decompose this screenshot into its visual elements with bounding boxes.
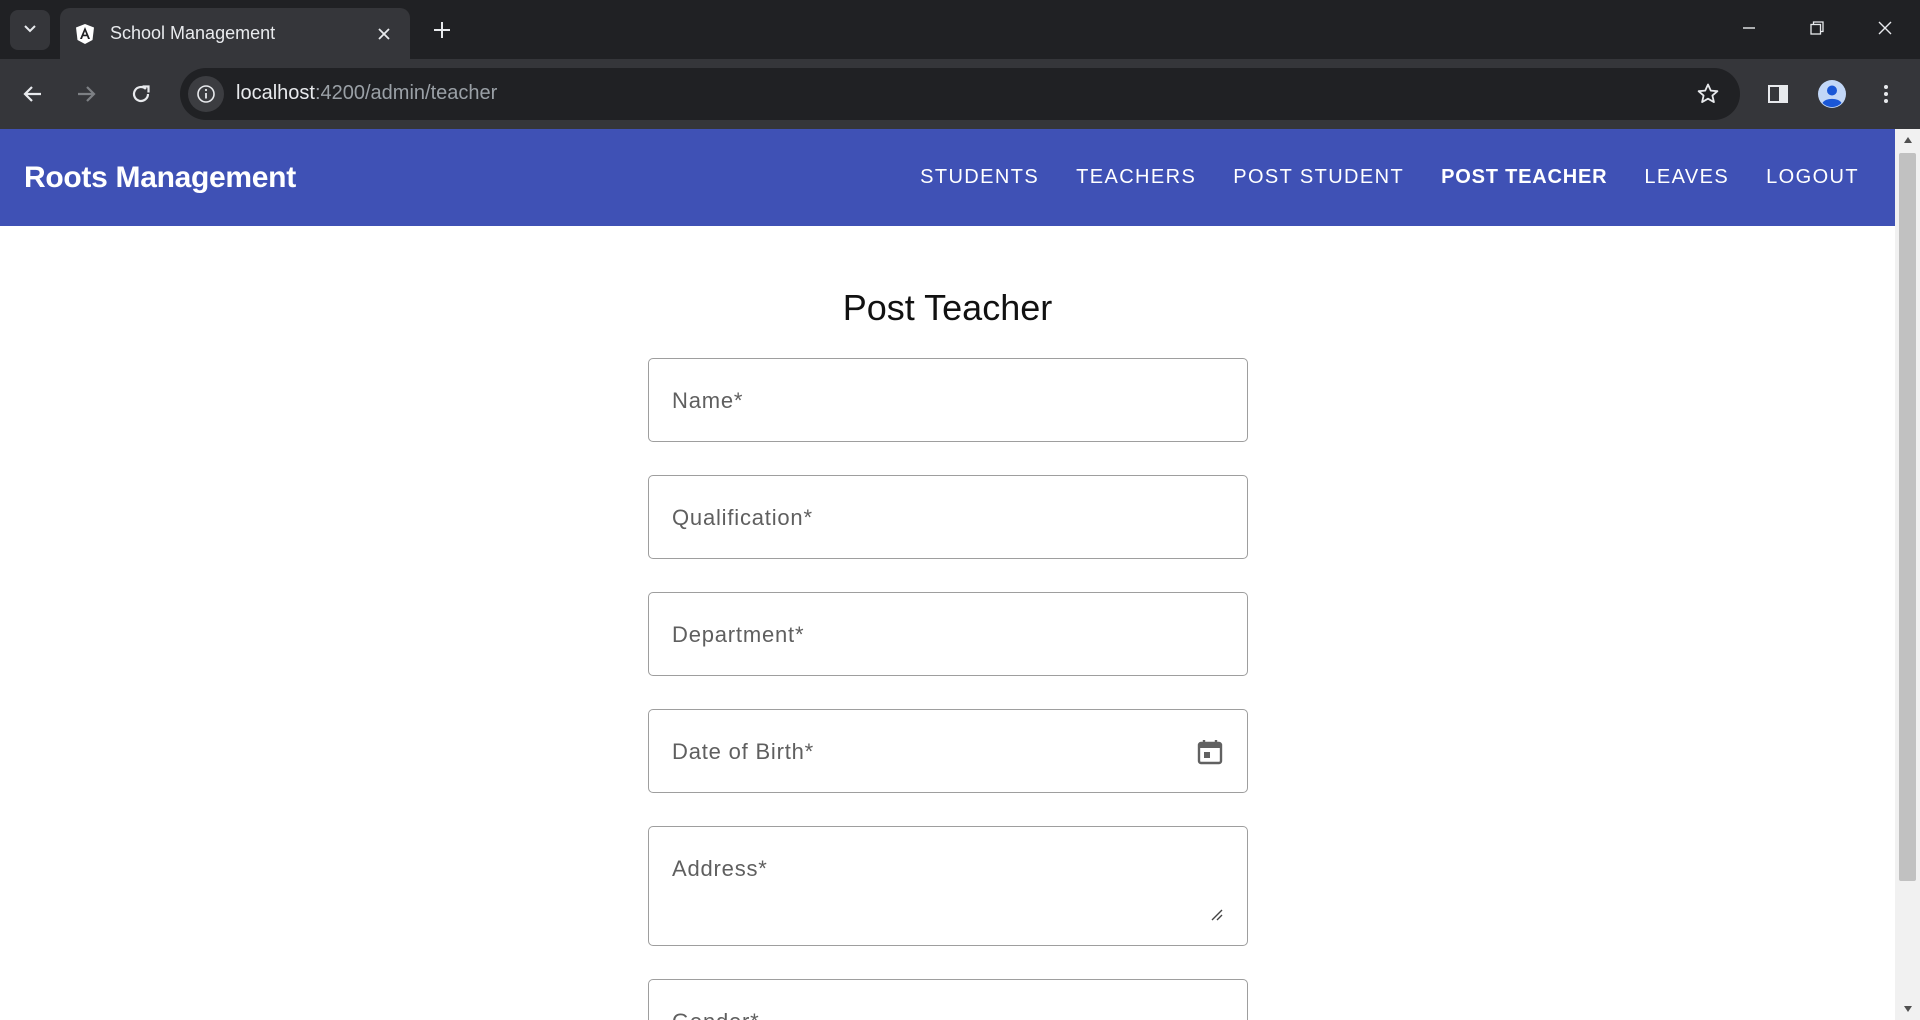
tab-title: School Management bbox=[110, 23, 276, 43]
address-field-label: Address* bbox=[672, 856, 768, 881]
gender-field-label: Gender* bbox=[672, 1009, 760, 1020]
profile-icon bbox=[1818, 80, 1846, 108]
profile-button[interactable] bbox=[1812, 74, 1852, 114]
new-tab-button[interactable] bbox=[422, 10, 462, 50]
address-bar[interactable]: localhost:4200/admin/teacher bbox=[180, 68, 1740, 120]
browser-tab-strip: School Management bbox=[0, 0, 1920, 59]
arrow-right-icon bbox=[78, 86, 96, 102]
page-scrollbar[interactable] bbox=[1895, 129, 1920, 1020]
calendar-icon[interactable] bbox=[1193, 735, 1227, 769]
department-field[interactable]: Department* bbox=[648, 592, 1248, 676]
url-host: localhost bbox=[236, 82, 315, 104]
address-field[interactable]: Address* bbox=[648, 826, 1248, 946]
close-window-button[interactable] bbox=[1862, 8, 1908, 48]
url-path: :4200/admin/teacher bbox=[314, 82, 498, 104]
arrow-left-icon bbox=[23, 86, 41, 102]
chevron-down-icon bbox=[22, 20, 38, 41]
reload-button[interactable] bbox=[121, 74, 161, 114]
kebab-menu-icon bbox=[1884, 85, 1888, 103]
nav-post-teacher[interactable]: POST TEACHER bbox=[1441, 166, 1607, 189]
nav-logout[interactable]: LOGOUT bbox=[1766, 166, 1859, 189]
restore-button[interactable] bbox=[1794, 8, 1840, 48]
page-viewport: Roots Management STUDENTS TEACHERS POST … bbox=[0, 129, 1895, 1020]
site-info-button[interactable] bbox=[188, 76, 224, 112]
scroll-thumb[interactable] bbox=[1899, 153, 1916, 881]
scroll-down-button[interactable] bbox=[1895, 998, 1920, 1020]
back-button[interactable] bbox=[13, 74, 53, 114]
department-field-label: Department* bbox=[672, 622, 805, 647]
name-field-label: Name* bbox=[672, 388, 744, 413]
browser-toolbar: localhost:4200/admin/teacher bbox=[0, 59, 1920, 129]
plus-icon bbox=[434, 22, 450, 38]
main-nav: STUDENTS TEACHERS POST STUDENT POST TEAC… bbox=[883, 129, 1859, 226]
nav-students[interactable]: STUDENTS bbox=[920, 166, 1039, 189]
browser-menu-button[interactable] bbox=[1866, 74, 1906, 114]
brand-title: Roots Management bbox=[24, 161, 296, 194]
tab-search-button[interactable] bbox=[10, 10, 50, 50]
bookmark-button[interactable] bbox=[1690, 76, 1726, 112]
triangle-down-icon bbox=[1903, 1006, 1912, 1012]
nav-leaves[interactable]: LEAVES bbox=[1644, 166, 1729, 189]
side-panel-icon bbox=[1768, 85, 1788, 103]
qualification-field-label: Qualification* bbox=[672, 505, 813, 530]
qualification-field[interactable]: Qualification* bbox=[648, 475, 1248, 559]
angular-logo-icon bbox=[74, 23, 96, 45]
side-panel-button[interactable] bbox=[1758, 74, 1798, 114]
minimize-icon bbox=[1743, 27, 1755, 29]
gender-field[interactable]: Gender* bbox=[648, 979, 1248, 1020]
forward-button[interactable] bbox=[66, 74, 106, 114]
date-of-birth-field-label: Date of Birth* bbox=[672, 739, 815, 764]
reload-icon bbox=[132, 85, 150, 103]
tab-close-button[interactable] bbox=[372, 22, 396, 46]
resize-grip-icon[interactable] bbox=[1209, 907, 1223, 921]
name-field[interactable]: Name* bbox=[648, 358, 1248, 442]
browser-tab[interactable]: School Management bbox=[60, 8, 410, 59]
close-icon bbox=[1878, 21, 1892, 35]
date-of-birth-field[interactable]: Date of Birth* bbox=[648, 709, 1248, 793]
star-icon bbox=[1697, 83, 1719, 103]
nav-post-student[interactable]: POST STUDENT bbox=[1233, 166, 1404, 189]
close-icon bbox=[378, 28, 390, 40]
info-icon bbox=[197, 85, 215, 103]
nav-teachers[interactable]: TEACHERS bbox=[1076, 166, 1196, 189]
minimize-button[interactable] bbox=[1726, 8, 1772, 48]
dropdown-icon[interactable] bbox=[1193, 1005, 1227, 1020]
app-toolbar: Roots Management STUDENTS TEACHERS POST … bbox=[0, 129, 1895, 226]
triangle-up-icon bbox=[1903, 137, 1912, 143]
restore-icon bbox=[1810, 21, 1824, 35]
url-text[interactable]: localhost:4200/admin/teacher bbox=[236, 82, 497, 105]
page-title: Post Teacher bbox=[842, 287, 1053, 328]
scroll-up-button[interactable] bbox=[1895, 129, 1920, 151]
